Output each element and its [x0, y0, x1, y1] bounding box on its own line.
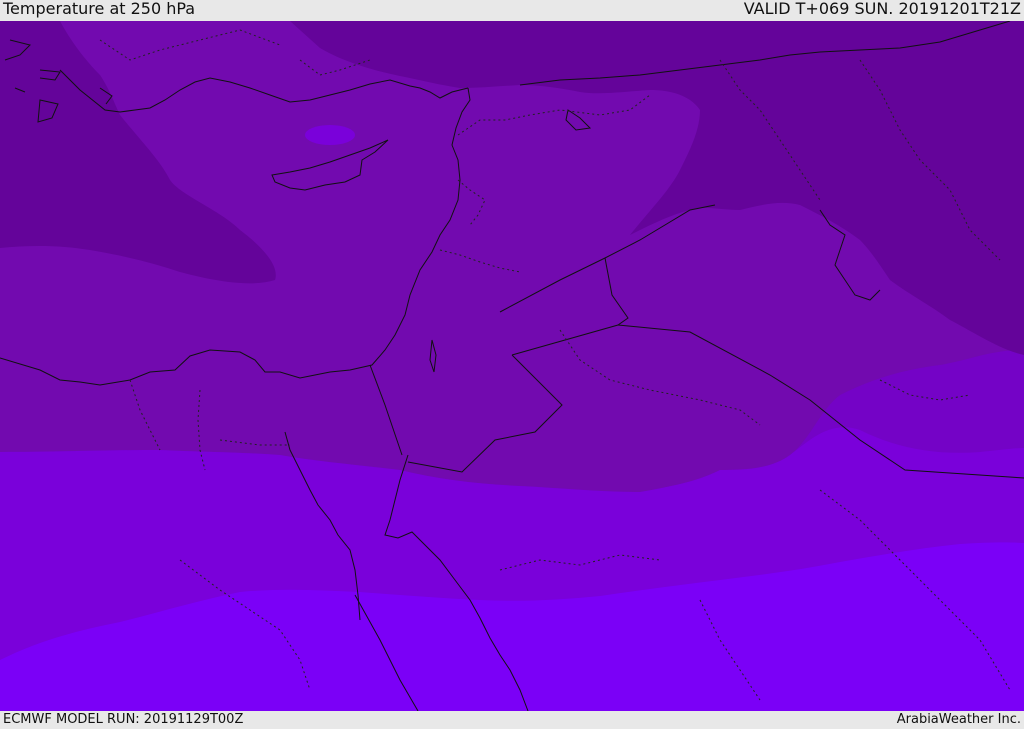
- map-header: Temperature at 250 hPa VALID T+069 SUN. …: [0, 0, 1024, 21]
- map-canvas: [0, 21, 1024, 711]
- temperature-map[interactable]: [0, 21, 1024, 711]
- credit: ArabiaWeather Inc.: [896, 712, 1021, 727]
- map-footer: ECMWF MODEL RUN: 20191129T00Z ArabiaWeat…: [0, 711, 1024, 729]
- model-run: ECMWF MODEL RUN: 20191129T00Z: [3, 712, 244, 727]
- warm-pocket-cyprus: [305, 125, 355, 145]
